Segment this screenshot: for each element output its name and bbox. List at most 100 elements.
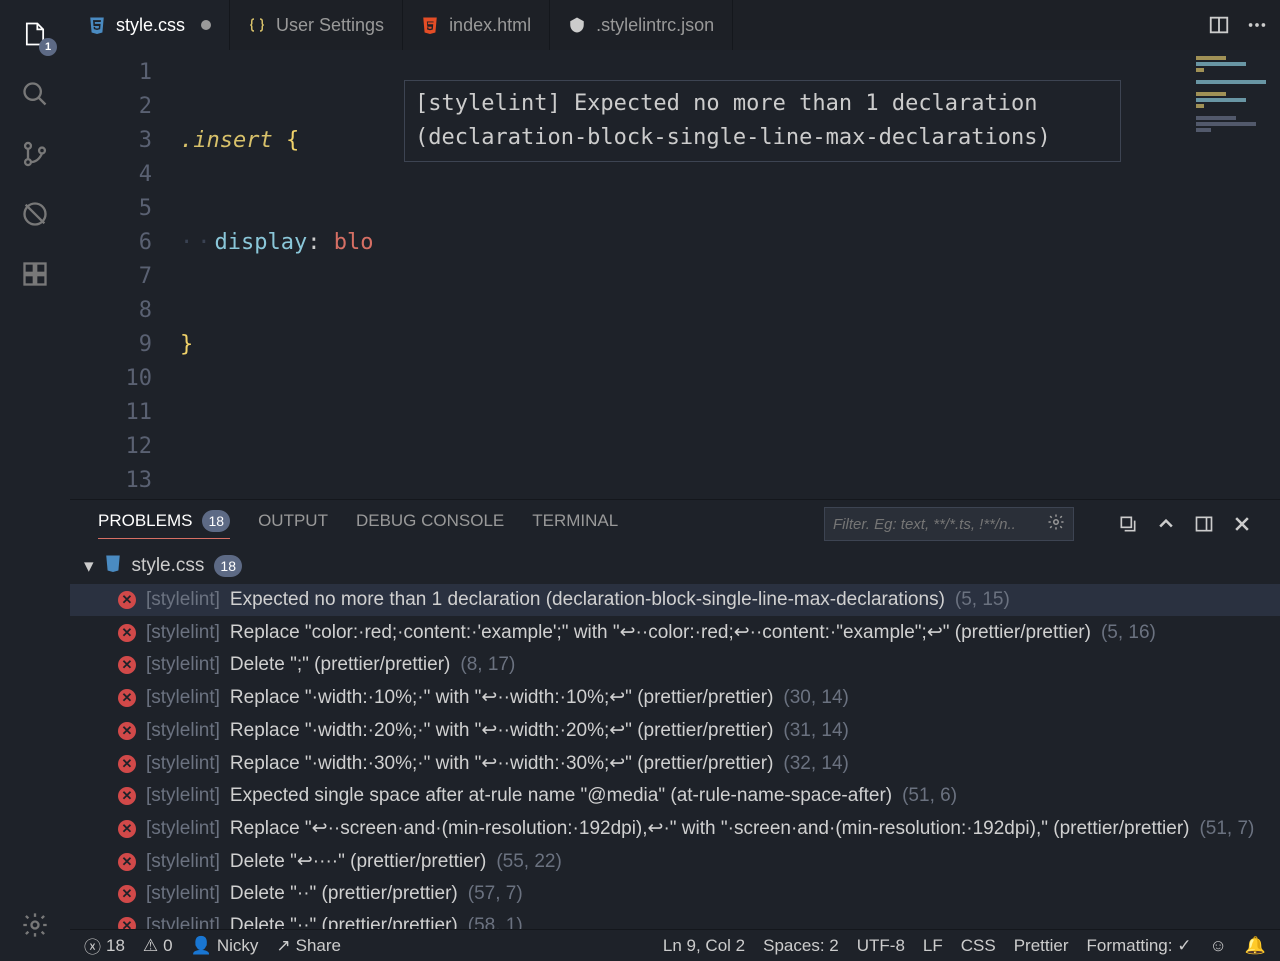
problem-item[interactable]: ✕[stylelint]Delete "··" (prettier/pretti… xyxy=(70,910,1280,929)
error-icon: ✕ xyxy=(118,689,136,707)
problems-list: ▾ style.css 18 ✕[stylelint]Expected no m… xyxy=(70,548,1280,929)
minimap[interactable] xyxy=(1192,50,1280,499)
status-formatter[interactable]: Prettier xyxy=(1014,936,1069,956)
tab-index-html[interactable]: index.html xyxy=(403,0,550,50)
problem-file-group[interactable]: ▾ style.css 18 xyxy=(70,548,1280,584)
problem-item[interactable]: ✕[stylelint]Expected no more than 1 decl… xyxy=(70,584,1280,616)
html-file-icon xyxy=(421,16,439,34)
problems-filter[interactable] xyxy=(824,507,1074,541)
problem-source: [stylelint] xyxy=(146,785,220,807)
problem-source: [stylelint] xyxy=(146,851,220,873)
bell-icon[interactable]: 🔔 xyxy=(1245,936,1266,956)
problem-source: [stylelint] xyxy=(146,589,220,611)
css-file-icon xyxy=(88,16,106,34)
problem-location: (30, 14) xyxy=(783,687,848,709)
problem-message: Replace "·width:·20%;·" with "↩··width:·… xyxy=(230,719,773,742)
tab-terminal[interactable]: TERMINAL xyxy=(532,511,618,537)
editor-tabs: style.css User Settings index.html .styl… xyxy=(70,0,1280,50)
split-editor-icon[interactable] xyxy=(1208,14,1230,36)
status-language[interactable]: CSS xyxy=(961,936,996,956)
source-control-icon[interactable] xyxy=(11,130,59,178)
tab-stylelintrc[interactable]: .stylelintrc.json xyxy=(550,0,733,50)
main-area: style.css User Settings index.html .styl… xyxy=(70,0,1280,961)
tab-label: style.css xyxy=(116,15,185,36)
problem-item[interactable]: ✕[stylelint]Replace "color:·red;·content… xyxy=(70,616,1280,649)
problem-source: [stylelint] xyxy=(146,915,220,929)
explorer-badge: 1 xyxy=(39,38,57,56)
filter-settings-icon[interactable] xyxy=(1047,513,1065,535)
status-cursor-position[interactable]: Ln 9, Col 2 xyxy=(663,936,745,956)
problem-source: [stylelint] xyxy=(146,720,220,742)
debug-icon[interactable] xyxy=(11,190,59,238)
status-formatting[interactable]: Formatting: ✓ xyxy=(1087,936,1192,956)
explorer-icon[interactable]: 1 xyxy=(11,10,59,58)
status-share[interactable]: ↗ Share xyxy=(276,936,341,956)
problem-item[interactable]: ✕ [stylelint] Replace "·width:·20%;·" with… xyxy=(70,714,1280,747)
error-icon: ✕ xyxy=(118,755,136,773)
problem-source: [stylelint] xyxy=(146,622,220,644)
problem-location: (32, 14) xyxy=(783,753,848,775)
code-editor[interactable]: 1 2 3 4 5 6 7 8 9 10 11 12 13 .insert { … xyxy=(70,50,1280,499)
problem-source: [stylelint] xyxy=(146,687,220,709)
status-indentation[interactable]: Spaces: 2 xyxy=(763,936,839,956)
problem-item[interactable]: ✕ [stylelint] Delete "··" (prettier/pretti… xyxy=(70,878,1280,910)
search-icon[interactable] xyxy=(11,70,59,118)
tab-output[interactable]: OUTPUT xyxy=(258,511,328,537)
problem-location: (31, 14) xyxy=(783,720,848,742)
chevron-up-icon[interactable] xyxy=(1156,514,1176,534)
tab-label: index.html xyxy=(449,15,531,36)
person-icon: 👤 xyxy=(191,936,212,956)
tab-label: User Settings xyxy=(276,15,384,36)
filter-input[interactable] xyxy=(833,516,1047,533)
extensions-icon[interactable] xyxy=(11,250,59,298)
tab-style-css[interactable]: style.css xyxy=(70,0,230,50)
more-actions-icon[interactable] xyxy=(1246,14,1268,36)
problem-message: Replace "·width:·10%;·" with "↩··width:·… xyxy=(230,686,773,709)
settings-gear-icon[interactable] xyxy=(11,901,59,949)
maximize-panel-icon[interactable] xyxy=(1194,514,1214,534)
problem-source: [stylelint] xyxy=(146,753,220,775)
close-panel-icon[interactable] xyxy=(1232,514,1252,534)
problems-count-badge: 18 xyxy=(202,510,230,532)
problem-source: [stylelint] xyxy=(146,883,220,905)
problem-message: Delete ";" (prettier/prettier) xyxy=(230,654,450,676)
problem-location: (57, 7) xyxy=(468,883,523,905)
problem-message: Delete "··" (prettier/prettier) xyxy=(230,883,458,905)
tab-user-settings[interactable]: User Settings xyxy=(230,0,403,50)
error-icon: ✕ xyxy=(118,885,136,903)
problem-item[interactable]: ✕[stylelint]Delete "↩····" (prettier/pre… xyxy=(70,845,1280,878)
hover-tooltip: [stylelint] Expected no more than 1 decl… xyxy=(404,80,1121,162)
code-content[interactable]: .insert { ··display: blo } .alter::after… xyxy=(180,50,1280,499)
error-icon: ✕ xyxy=(118,853,136,871)
error-icon: ✕ xyxy=(118,656,136,674)
problem-location: (5, 15) xyxy=(955,589,1010,611)
problem-item[interactable]: ✕ [stylelint] Replace "·width:·10%;·" with… xyxy=(70,681,1280,714)
stylelint-file-icon xyxy=(568,16,586,34)
tab-label: .stylelintrc.json xyxy=(596,15,714,36)
status-user[interactable]: 👤 Nicky xyxy=(191,936,259,956)
problem-item[interactable]: ✕[stylelint]Delete ";" (prettier/prettie… xyxy=(70,649,1280,681)
error-icon: ✕ xyxy=(118,624,136,642)
tab-debug-console[interactable]: DEBUG CONSOLE xyxy=(356,511,504,537)
problem-item[interactable]: ✕[stylelint]Replace "↩··screen·and·(min-… xyxy=(70,812,1280,845)
problem-item[interactable]: ✕[stylelint]Replace "·width:·30%;·" with… xyxy=(70,747,1280,780)
problem-file-name: style.css xyxy=(132,555,205,577)
status-eol[interactable]: LF xyxy=(923,936,943,956)
problem-item[interactable]: ✕[stylelint]Expected single space after … xyxy=(70,780,1280,812)
problem-location: (8, 17) xyxy=(460,654,515,676)
status-warnings[interactable]: ⚠ 0 xyxy=(143,936,173,956)
problem-location: (51, 7) xyxy=(1199,818,1254,840)
tab-problems[interactable]: PROBLEMS 18 xyxy=(98,510,230,539)
chevron-down-icon: ▾ xyxy=(84,555,94,578)
collapse-all-icon[interactable] xyxy=(1118,514,1138,534)
status-errors[interactable]: ⓧ 18 xyxy=(84,933,125,958)
error-icon: ✕ xyxy=(118,722,136,740)
problem-location: (5, 16) xyxy=(1101,622,1156,644)
warning-icon: ⚠ xyxy=(143,936,158,956)
error-icon: ✕ xyxy=(118,591,136,609)
problem-location: (55, 22) xyxy=(496,851,561,873)
feedback-icon[interactable]: ☺ xyxy=(1209,936,1226,956)
problem-location: (58, 1) xyxy=(468,915,523,929)
status-encoding[interactable]: UTF-8 xyxy=(857,936,905,956)
status-bar: ⓧ 18 ⚠ 0 👤 Nicky ↗ Share Ln 9, Col 2 Spa… xyxy=(70,929,1280,961)
